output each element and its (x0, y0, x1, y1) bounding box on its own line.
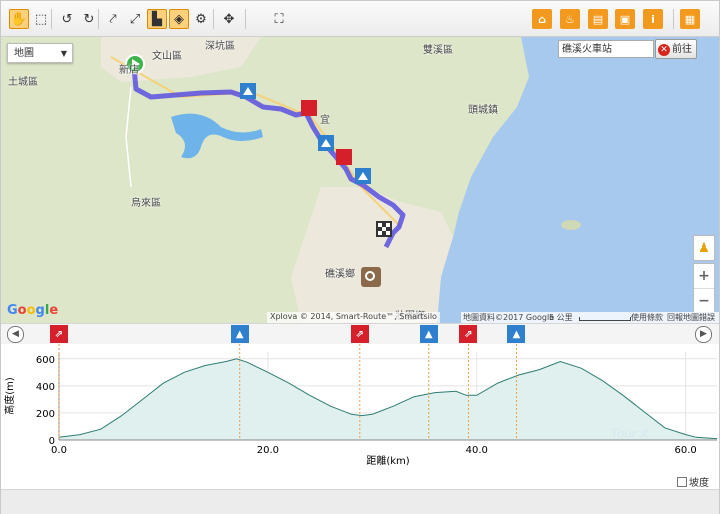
map-data-credit: 地圖資料©2017 Google (463, 313, 555, 322)
x-tick-label: 60.0 (675, 445, 697, 456)
map-type-select[interactable]: 地圖 ▼ (7, 43, 73, 63)
map-canvas[interactable] (1, 37, 719, 323)
route-auto-icon[interactable]: ⤢ (125, 9, 145, 29)
zoom-in-button[interactable]: + (694, 264, 714, 289)
go-button[interactable]: ✕ 前往 (655, 39, 697, 59)
fullscreen-icon[interactable]: ⛶ (269, 9, 289, 29)
summit-marker-icon[interactable]: ▲ (507, 325, 526, 343)
poi-transit-icon[interactable]: ▣ (615, 9, 635, 29)
zoom-control: + − (693, 263, 715, 313)
map-place-label: 烏來區 (131, 198, 161, 209)
watermark: Tour X (611, 427, 650, 441)
scale-bar (579, 317, 631, 321)
climb-marker-icon[interactable]: ⇗ (459, 325, 478, 343)
x-tick-label: 0.0 (51, 445, 67, 456)
poi-info-icon[interactable]: i (643, 9, 663, 29)
waypoint-warning-icon[interactable]: ◈ (169, 9, 189, 29)
sea-area (437, 37, 719, 323)
map-place-label: 雙溪區 (423, 45, 453, 56)
toolbar-separator (51, 9, 52, 29)
poi-bed-icon[interactable]: ⌂ (532, 9, 552, 29)
poi-shop-icon[interactable]: ▤ (588, 9, 608, 29)
y-tick-label: 400 (36, 382, 55, 393)
move-center-icon[interactable]: ✥ (219, 9, 239, 29)
elevation-profile[interactable]: 0 200 400 600 0.0 20.0 40.0 60.0 距離(km) 高度(m) Tour… (1, 344, 719, 484)
toolbar-separator (213, 9, 214, 29)
google-logo: Google (7, 303, 59, 318)
turtle-island (561, 220, 581, 230)
location-search-input[interactable]: 礁溪火車站 (558, 40, 654, 58)
chevron-left-icon[interactable]: ◀ (7, 326, 24, 343)
summit-marker (318, 135, 334, 151)
map-place-label: 頭城鎮 (468, 105, 498, 116)
map-view[interactable]: 文山區深坑區雙溪區土城區頭城鎮烏來區礁溪鄉壯圍鄉宜新店 地圖▼ 礁溪火車站 ✕前… (1, 37, 719, 323)
summit-marker (240, 83, 256, 99)
y-tick-label: 600 (36, 355, 55, 366)
route-planner-window: ✋ ⬚ ↺ ↻ ⤤ ⤢ ▙ ◈ ⚙ ✥ ⛶ ⌂ ♨ ▤ ▣ i ▦ 文山區 深坑… (0, 0, 720, 514)
toolbar-separator (245, 9, 246, 29)
map-footer: 地圖資料©2017 Google 5 公里 使用條款 回報地圖錯誤 (461, 312, 719, 323)
climb-marker (336, 149, 352, 165)
y-axis-label: 高度(m) (3, 377, 16, 415)
profile-marker-bar: ◀ ▶ ⇗ ▲ ⇗ ▲ ⇗ ▲ (1, 323, 719, 345)
toolbar: ✋ ⬚ ↺ ↻ ⤤ ⤢ ▙ ◈ ⚙ ✥ ⛶ ⌂ ♨ ▤ ▣ i ▦ (1, 1, 719, 37)
slope-label: 坡度 (689, 478, 709, 489)
toolbar-separator (98, 9, 99, 29)
select-box-icon[interactable]: ⬚ (31, 9, 51, 29)
climb-marker-icon[interactable]: ⇗ (350, 325, 369, 343)
elevation-chart-svg[interactable]: 02004006000.0 20.0 40.0 60.0距離(km)高度(m)Tour… (1, 344, 719, 484)
x-axis-label: 距離(km) (366, 454, 409, 467)
terms-link[interactable]: 使用條款 (631, 312, 663, 323)
map-attribution: Xplova © 2014, Smart-Route™, Smartsilo (267, 312, 440, 323)
slope-toggle[interactable]: 坡度 (677, 474, 709, 489)
climb-marker-icon[interactable]: ⇗ (50, 325, 68, 343)
plain-area (291, 187, 453, 323)
map-place-label: 新店 (119, 65, 139, 76)
summit-marker (355, 168, 371, 184)
redo-icon[interactable]: ↻ (79, 9, 99, 29)
poi-food-icon[interactable]: ♨ (560, 9, 580, 29)
map-place-label: 礁溪鄉 (325, 269, 355, 280)
map-place-label: 土城區 (8, 77, 38, 88)
status-bar (1, 489, 719, 514)
map-place-label: 深坑區 (205, 41, 235, 52)
elevation-chart-icon[interactable]: ▙ (147, 9, 167, 29)
map-place-label: 宜 (320, 115, 330, 126)
street-view-pegman-icon[interactable]: ♟ (693, 235, 715, 261)
go-button-label: 前往 (672, 44, 692, 55)
export-map-icon[interactable]: ▦ (680, 9, 700, 29)
location-search-value: 礁溪火車站 (562, 44, 612, 55)
zoom-out-button[interactable]: − (694, 289, 714, 313)
summit-marker-icon[interactable]: ▲ (419, 325, 438, 343)
map-place-label: 文山區 (152, 51, 182, 62)
climb-marker (301, 100, 317, 116)
chevron-down-icon: ▼ (60, 49, 67, 58)
undo-icon[interactable]: ↺ (57, 9, 77, 29)
map-type-label: 地圖 (14, 48, 34, 59)
toolbar-separator (673, 9, 674, 29)
reservoir (171, 113, 263, 159)
y-tick-label: 200 (36, 409, 55, 420)
report-error-link[interactable]: 回報地圖錯誤 (667, 312, 715, 323)
slope-checkbox[interactable] (677, 476, 687, 487)
route-edit-icon[interactable]: ⤤ (103, 9, 123, 29)
x-tick-label: 40.0 (466, 445, 488, 456)
summit-marker-icon[interactable]: ▲ (230, 325, 249, 343)
chevron-right-icon[interactable]: ▶ (695, 326, 712, 343)
settings-gear-icon[interactable]: ⚙ (191, 9, 211, 29)
scale-label: 5 公里 (549, 313, 573, 322)
road (125, 86, 132, 188)
x-tick-label: 20.0 (257, 445, 279, 456)
pan-hand-icon[interactable]: ✋ (9, 9, 29, 29)
finish-flag-marker (376, 221, 392, 237)
search-location-marker (361, 267, 381, 287)
clear-search-icon[interactable]: ✕ (658, 44, 670, 56)
